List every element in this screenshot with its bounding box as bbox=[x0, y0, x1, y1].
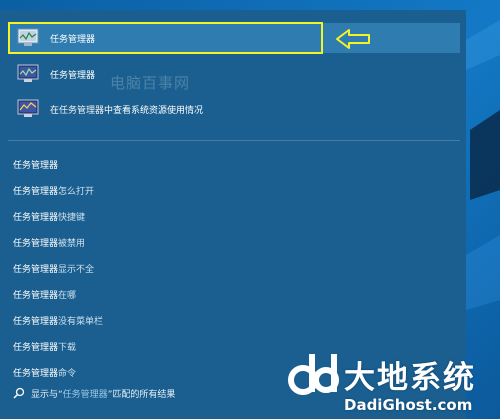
suggestion-item[interactable]: 任务管理器在哪 bbox=[13, 288, 313, 304]
suggestion-rest: 没有菜单栏 bbox=[58, 317, 104, 327]
section-divider bbox=[8, 140, 460, 141]
result-task-manager-setting[interactable]: 任务管理器 bbox=[8, 59, 460, 89]
suggestion-keyword: 任务管理器 bbox=[13, 213, 59, 223]
search-icon bbox=[13, 387, 25, 399]
logo-mark-icon bbox=[288, 354, 339, 395]
suggestion-rest: 在哪 bbox=[58, 291, 77, 301]
suggestion-item[interactable]: 任务管理器命令 bbox=[13, 366, 313, 382]
site-logo: 大地系统 DadiGhost.com bbox=[286, 350, 500, 419]
suggestion-keyword: 任务管理器 bbox=[13, 343, 59, 353]
label-prefix: 在 bbox=[50, 105, 60, 116]
suggestion-item[interactable]: 任务管理器怎么打开 bbox=[13, 184, 313, 200]
suggestion-rest: 怎么打开 bbox=[58, 187, 95, 197]
label-highlight: 任务管理器 bbox=[59, 105, 105, 116]
watermark-text: 电脑百事网 bbox=[110, 74, 191, 92]
annotation-arrow-icon bbox=[336, 29, 370, 49]
suggestion-keyword: 任务管理器 bbox=[13, 291, 59, 301]
suggestion-rest: 下载 bbox=[58, 343, 77, 353]
label-suffix: 中查看系统资源使用情况 bbox=[104, 105, 204, 116]
search-all-prefix: 显示与“ bbox=[31, 389, 63, 400]
suggestion-keyword: 任务管理器 bbox=[13, 161, 59, 171]
suggestion-rest: 命令 bbox=[58, 369, 77, 379]
search-all-keyword: 任务管理器 bbox=[62, 389, 108, 400]
suggestion-keyword: 任务管理器 bbox=[13, 187, 59, 197]
suggestion-item[interactable]: 任务管理器显示不全 bbox=[13, 262, 313, 278]
resource-monitor-icon bbox=[16, 98, 40, 120]
show-all-results-link[interactable]: 显示与“ 任务管理器 ”匹配的所有结果 bbox=[13, 386, 175, 400]
suggestion-item[interactable]: 任务管理器没有菜单栏 bbox=[13, 314, 313, 330]
result-label: 任务管理器 bbox=[50, 70, 96, 81]
suggestion-keyword: 任务管理器 bbox=[13, 265, 59, 275]
result-view-resource-usage[interactable]: 在任务管理器中查看系统资源使用情况 bbox=[8, 94, 460, 124]
suggestion-keyword: 任务管理器 bbox=[13, 239, 59, 249]
suggestion-item[interactable]: 任务管理器下载 bbox=[13, 340, 313, 356]
result-label: 在任务管理器中查看系统资源使用情况 bbox=[50, 103, 203, 116]
suggestion-rest: 被禁用 bbox=[58, 239, 86, 249]
suggestion-rest: 显示不全 bbox=[58, 265, 95, 275]
logo-domain-text: DadiGhost.com bbox=[344, 396, 473, 414]
task-manager-icon bbox=[16, 63, 40, 85]
suggestion-keyword: 任务管理器 bbox=[13, 369, 59, 379]
suggestion-item[interactable]: 任务管理器快捷键 bbox=[13, 210, 313, 226]
annotation-highlight-box bbox=[8, 22, 323, 54]
suggestion-keyword: 任务管理器 bbox=[13, 317, 59, 327]
suggestion-item[interactable]: 任务管理器 bbox=[13, 158, 313, 174]
suggestion-rest: 快捷键 bbox=[58, 213, 86, 223]
search-all-suffix: ”匹配的所有结果 bbox=[107, 389, 176, 400]
suggestion-item[interactable]: 任务管理器被禁用 bbox=[13, 236, 313, 252]
logo-chinese-text: 大地系统 bbox=[344, 360, 476, 396]
